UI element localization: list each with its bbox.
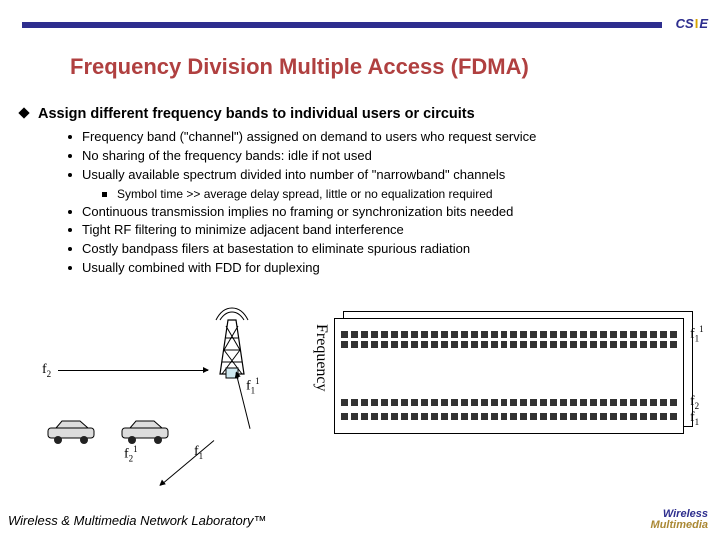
- frequency-bands: [334, 318, 684, 434]
- label-f2: f2: [42, 362, 51, 379]
- logo-bottom: Wireless Multimedia: [651, 509, 708, 532]
- bullet-text: Frequency band ("channel") assigned on d…: [82, 129, 536, 144]
- band-row: [341, 399, 677, 413]
- logo-bot-l2: Multimedia: [651, 520, 708, 532]
- label-right-f2: f2: [690, 394, 699, 411]
- content: Assign different frequency bands to indi…: [20, 106, 700, 278]
- dot-icon: [68, 135, 72, 139]
- label-right-f11: f11: [690, 324, 704, 343]
- frequency-axis-label: Frequency: [312, 324, 330, 392]
- bullet-text: Continuous transmission implies no frami…: [82, 204, 513, 219]
- band-row: [341, 341, 677, 355]
- bullet: Frequency band ("channel") assigned on d…: [68, 128, 700, 147]
- band-row: [341, 413, 677, 427]
- bullet-text: Tight RF filtering to minimize adjacent …: [82, 222, 404, 237]
- slide-title: Frequency Division Multiple Access (FDMA…: [70, 54, 529, 80]
- footer-text: Wireless & Multimedia Network Laboratory…: [8, 513, 267, 528]
- bullet: Tight RF filtering to minimize adjacent …: [68, 221, 700, 240]
- fdma-diagram: f2 f21 f1 f11 Frequency f11 f2 f1: [34, 318, 694, 478]
- bullet: No sharing of the frequency bands: idle …: [68, 147, 700, 166]
- top-accent-bar: [22, 22, 662, 28]
- car-icon: [118, 418, 174, 446]
- bullet-text: Usually available spectrum divided into …: [82, 167, 505, 182]
- logo-e: E: [699, 16, 708, 31]
- bullet: Usually available spectrum divided into …: [68, 166, 700, 185]
- bullet-text: Usually combined with FDD for duplexing: [82, 260, 320, 275]
- logo-top: CSIE: [676, 16, 708, 31]
- bullet: Continuous transmission implies no frami…: [68, 203, 700, 222]
- label-right-f1: f1: [690, 410, 699, 427]
- sub-bullet-text: Symbol time >> average delay spread, lit…: [117, 187, 493, 201]
- square-icon: [102, 192, 107, 197]
- heading-text: Assign different frequency bands to indi…: [38, 106, 475, 122]
- diamond-bullet-icon: [18, 107, 29, 118]
- label-f1: f1: [194, 444, 203, 461]
- sub-bullet: Symbol time >> average delay spread, lit…: [102, 185, 700, 203]
- logo-c: C: [676, 16, 685, 31]
- heading: Assign different frequency bands to indi…: [20, 106, 700, 122]
- bullet: Usually combined with FDD for duplexing: [68, 259, 700, 278]
- dot-icon: [68, 210, 72, 214]
- label-f21: f21: [124, 444, 138, 463]
- car-icon: [44, 418, 100, 446]
- logo-s: S: [685, 16, 694, 31]
- dot-icon: [68, 154, 72, 158]
- dot-icon: [68, 266, 72, 270]
- arrow-icon: [160, 440, 214, 486]
- bullet: Costly bandpass filers at basestation to…: [68, 240, 700, 259]
- tower-icon: [214, 312, 250, 382]
- dot-icon: [68, 247, 72, 251]
- bullet-text: Costly bandpass filers at basestation to…: [82, 241, 470, 256]
- bullet-text: No sharing of the frequency bands: idle …: [82, 148, 372, 163]
- dot-icon: [68, 173, 72, 177]
- label-f11: f11: [246, 376, 260, 395]
- dot-icon: [68, 228, 72, 232]
- arrow-icon: [58, 370, 208, 371]
